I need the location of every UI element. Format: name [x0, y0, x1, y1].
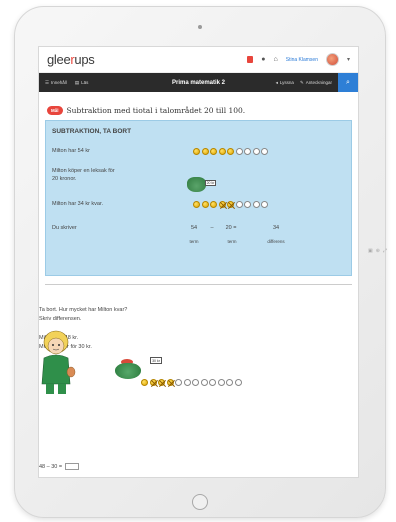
- coin-icon: [201, 201, 209, 208]
- label-term-2: term: [227, 239, 237, 244]
- example-line-2a: Milton köper en leksak för: [52, 168, 115, 174]
- toolbar-notes-button[interactable]: ✎ Anteckningar: [300, 80, 332, 86]
- answer-row: 48 – 30 =: [39, 463, 80, 470]
- coin-icon: [244, 201, 251, 208]
- coin-icon: [234, 379, 242, 386]
- coin-icon: [261, 201, 268, 208]
- app-logo[interactable]: gleerups: [47, 52, 95, 67]
- toolbar-right: ◂ Lyssna ✎ Anteckningar ⌕: [276, 73, 358, 92]
- coin-icon: [210, 148, 217, 155]
- coin-icon: [244, 148, 251, 155]
- coin-row-example-start: [193, 148, 268, 155]
- bookmark-icon[interactable]: [247, 56, 254, 63]
- chevron-down-icon[interactable]: ▾: [347, 56, 350, 63]
- toolbar-contents-button[interactable]: ☰ Innehåll: [45, 80, 67, 86]
- tablet-screen: gleerups ● ⌂ Stina Klamsen ▾ ☰ Innehåll ▤…: [38, 46, 359, 478]
- equation-minus: –: [210, 225, 214, 231]
- home-button[interactable]: [192, 494, 208, 510]
- coin-row-exercise: [141, 379, 242, 386]
- zoom-icon[interactable]: ⊕: [376, 248, 380, 254]
- book-icon: ▤: [74, 79, 80, 85]
- toy-bag-image: [187, 177, 206, 192]
- coin-icon: [193, 201, 200, 208]
- goal-badge: Mål: [47, 105, 63, 115]
- label-difference: differens: [267, 239, 285, 244]
- coin-icon: [235, 148, 243, 155]
- coin-icon: [166, 379, 174, 386]
- speaker-icon: ◂: [275, 79, 278, 85]
- coin-icon: [218, 201, 226, 208]
- coin-icon: [226, 379, 233, 386]
- exercise-instruction-2: Skriv differensen.: [39, 316, 82, 322]
- coin-icon: [261, 148, 268, 155]
- book-toolbar: ☰ Innehåll ▤ Läs Prima matematik 2 ◂ Lyssna…: [39, 73, 358, 92]
- coin-icon: [141, 379, 148, 386]
- user-name-link[interactable]: Stina Klamsen: [286, 57, 318, 63]
- camera-icon: [198, 25, 202, 29]
- app-header: gleerups ● ⌂ Stina Klamsen ▾: [39, 47, 358, 73]
- coin-icon: [210, 201, 217, 208]
- milton-illustration: [41, 330, 76, 394]
- note-icon: ✎: [299, 79, 304, 85]
- equation-term-1: 54: [190, 225, 198, 231]
- example-line-4: Du skriver: [52, 225, 77, 231]
- avatar[interactable]: [325, 53, 339, 66]
- equation-term-2: 20 =: [225, 225, 237, 231]
- bell-icon[interactable]: ●: [261, 56, 265, 63]
- coin-icon: [252, 148, 260, 155]
- search-button[interactable]: ⌕: [338, 73, 358, 92]
- toolbar-listen-button[interactable]: ◂ Lyssna: [276, 80, 294, 86]
- toolbar-read-button[interactable]: ▤ Läs: [75, 80, 89, 86]
- coin-icon: [252, 201, 260, 208]
- coin-icon: [175, 379, 182, 386]
- coin-icon: [227, 201, 234, 208]
- coin-icon: [158, 379, 165, 386]
- example-heading: SUBTRAKTION, TA BORT: [52, 128, 132, 135]
- example-line-1: Milton har 54 kr: [52, 148, 90, 154]
- example-line-2b: 20 kronor.: [52, 176, 77, 182]
- answer-prompt: 48 – 30 =: [39, 463, 63, 470]
- print-icon[interactable]: ▣: [368, 248, 373, 254]
- coin-icon: [193, 148, 200, 155]
- coin-icon: [200, 379, 208, 386]
- expand-icon[interactable]: ⤢: [383, 248, 387, 254]
- coin-icon: [218, 148, 226, 155]
- exercise-instruction-1: Ta bort. Hur mycket har Milton kvar?: [39, 307, 128, 313]
- home-icon[interactable]: ⌂: [274, 56, 278, 63]
- example-box: SUBTRAKTION, TA BORT Milton har 54 kr Mi…: [45, 120, 352, 276]
- coin-row-example-end: [193, 201, 268, 208]
- exercise-tools: ▣ ⊕ ⤢: [368, 248, 387, 254]
- equation-difference: 34: [272, 225, 280, 231]
- search-icon: ⌕: [346, 78, 350, 86]
- coin-icon: [192, 379, 199, 386]
- coin-icon: [183, 379, 191, 386]
- coin-icon: [217, 379, 225, 386]
- header-actions: ● ⌂ Stina Klamsen ▾: [247, 53, 350, 66]
- coin-icon: [149, 379, 157, 386]
- coin-icon: [227, 148, 234, 155]
- coin-icon: [235, 201, 243, 208]
- task-title: Subtraktion med tiotal i talområdet 20 t…: [66, 105, 246, 115]
- label-term-1: term: [189, 239, 199, 244]
- coin-icon: [201, 148, 209, 155]
- price-tag: 20 kr: [205, 180, 216, 186]
- toy-bag-exercise-image: [115, 363, 141, 379]
- section-divider: [45, 284, 352, 285]
- coin-icon: [209, 379, 216, 386]
- answer-input[interactable]: [65, 463, 80, 470]
- example-line-3: Milton har 34 kr kvar.: [52, 201, 104, 207]
- task-heading: Mål Subtraktion med tiotal i talområdet …: [39, 92, 358, 120]
- list-icon: ☰: [45, 79, 50, 85]
- price-tag-exercise: 30 kr: [150, 357, 162, 364]
